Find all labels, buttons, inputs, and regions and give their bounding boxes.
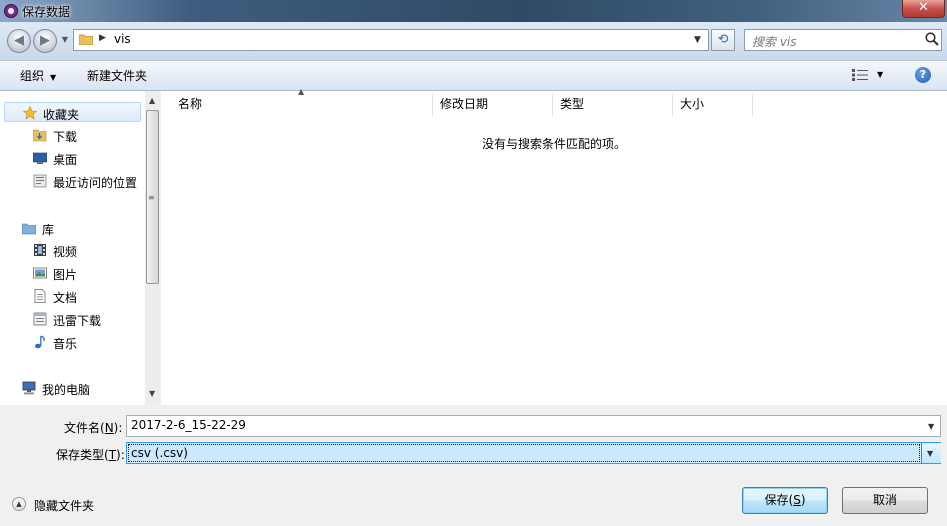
scroll-down-icon[interactable]: ▼ <box>149 389 155 398</box>
column-header-date-modified[interactable]: 修改日期 <box>433 93 553 117</box>
back-button[interactable]: ◀ <box>7 29 31 53</box>
view-options-icon[interactable] <box>852 69 868 81</box>
column-header-name[interactable]: 名称 <box>161 93 433 117</box>
filename-label-suffix: ): <box>113 421 123 435</box>
sidebar-item-label: 桌面 <box>53 153 78 167</box>
sidebar-item-videos[interactable]: 视频 <box>0 240 145 260</box>
sidebar-item-label: 最近访问的位置 <box>53 176 138 190</box>
breadcrumb-item[interactable]: vis <box>114 32 131 46</box>
sidebar-item-computer[interactable]: 我的电脑 <box>0 378 145 398</box>
sidebar-item-label: 库 <box>42 223 55 237</box>
collapse-up-icon[interactable]: ▲ <box>12 497 26 511</box>
thunder-download-icon <box>33 312 47 326</box>
new-folder-button[interactable]: 新建文件夹 <box>87 67 147 84</box>
forward-arrow-icon: ▶ <box>40 33 50 48</box>
address-bar[interactable] <box>73 29 709 51</box>
folder-icon <box>79 34 93 45</box>
sidebar-item-music[interactable]: 音乐 <box>0 332 145 352</box>
sidebar-item-pictures[interactable]: 图片 <box>0 263 145 283</box>
sidebar-item-libraries[interactable]: 库 <box>0 218 145 238</box>
filetype-value[interactable]: csv (.csv) <box>131 446 188 460</box>
sidebar-item-thunder-downloads[interactable]: 迅雷下载 <box>0 309 145 329</box>
filetype-label-text: 保存类型( <box>56 448 109 462</box>
scroll-up-icon[interactable]: ▲ <box>149 96 155 105</box>
sidebar-item-desktop[interactable]: 桌面 <box>0 148 145 168</box>
cancel-button[interactable]: 取消 <box>842 487 928 514</box>
sidebar-item-favorites[interactable]: 收藏夹 <box>4 102 141 122</box>
column-header-size[interactable]: 大小 <box>673 93 753 117</box>
sidebar-item-label: 视频 <box>53 245 78 259</box>
filetype-focus-box <box>128 444 920 462</box>
desktop-icon <box>33 152 47 164</box>
sidebar-item-recent-places[interactable]: 最近访问的位置 <box>0 171 145 191</box>
sidebar-item-label: 下载 <box>53 130 78 144</box>
save-label-suffix: ) <box>800 493 806 507</box>
chevron-down-icon: ▼ <box>50 73 57 82</box>
window-title: 保存数据 <box>22 5 71 19</box>
video-icon <box>34 244 46 256</box>
sidebar-item-label: 我的电脑 <box>42 383 91 397</box>
title-bar <box>0 0 947 22</box>
computer-icon <box>22 381 36 395</box>
organize-label: 组织 <box>20 69 45 83</box>
refresh-button[interactable]: ⟲ <box>711 29 735 51</box>
filename-access-key: N <box>104 421 114 435</box>
music-icon <box>35 335 45 349</box>
save-button[interactable]: 保存(S) <box>742 487 828 514</box>
filename-field[interactable] <box>126 415 941 437</box>
sidebar-item-documents[interactable]: 文档 <box>0 286 145 306</box>
close-button[interactable]: ✕ <box>902 0 945 18</box>
library-icon <box>22 223 36 235</box>
sidebar-item-downloads[interactable]: 下载 <box>0 125 145 145</box>
empty-results-message: 没有与搜索条件匹配的项。 <box>482 137 627 151</box>
refresh-icon: ⟲ <box>717 32 729 47</box>
sidebar-item-label: 收藏夹 <box>43 108 80 122</box>
star-icon <box>23 106 37 120</box>
sidebar-item-label: 文档 <box>53 291 78 305</box>
app-icon <box>4 4 18 18</box>
save-label: 保存( <box>764 493 794 507</box>
view-dropdown-icon[interactable]: ▼ <box>877 70 883 79</box>
search-placeholder: 搜索 vis <box>752 35 797 49</box>
column-header-type[interactable]: 类型 <box>553 93 673 117</box>
filetype-access-key: T <box>108 448 117 462</box>
sidebar-item-label: 图片 <box>53 268 78 282</box>
sidebar-item-label: 迅雷下载 <box>53 314 102 328</box>
organize-button[interactable]: 组织 ▼ <box>20 67 56 84</box>
hide-folders-button[interactable]: 隐藏文件夹 <box>34 497 94 514</box>
filename-label-text: 文件名( <box>64 421 105 435</box>
scrollbar-grip-icon: ≡ <box>148 193 155 202</box>
help-icon[interactable]: ? <box>915 67 931 83</box>
sidebar-item-label: 音乐 <box>53 337 78 351</box>
breadcrumb-separator-icon[interactable]: ▶ <box>99 33 106 43</box>
filetype-label-suffix: ): <box>116 448 125 462</box>
download-folder-icon <box>33 129 47 142</box>
pictures-icon <box>33 267 47 279</box>
address-dropdown[interactable]: ▼ <box>694 35 701 45</box>
filename-dropdown-icon[interactable]: ▼ <box>928 422 934 431</box>
forward-button[interactable]: ▶ <box>33 29 57 53</box>
filename-value[interactable]: 2017-2-6_15-22-29 <box>131 418 246 432</box>
save-access-key: S <box>793 493 801 507</box>
search-icon[interactable] <box>924 31 940 47</box>
back-arrow-icon: ◀ <box>14 33 24 48</box>
documents-icon <box>34 289 46 303</box>
chevron-down-icon[interactable]: ▼ <box>927 449 933 458</box>
filetype-label: 保存类型(T): <box>56 446 125 463</box>
filename-label: 文件名(N): <box>64 419 122 436</box>
recent-places-icon <box>33 174 47 188</box>
recent-pages-dropdown[interactable]: ▼ <box>60 35 70 45</box>
